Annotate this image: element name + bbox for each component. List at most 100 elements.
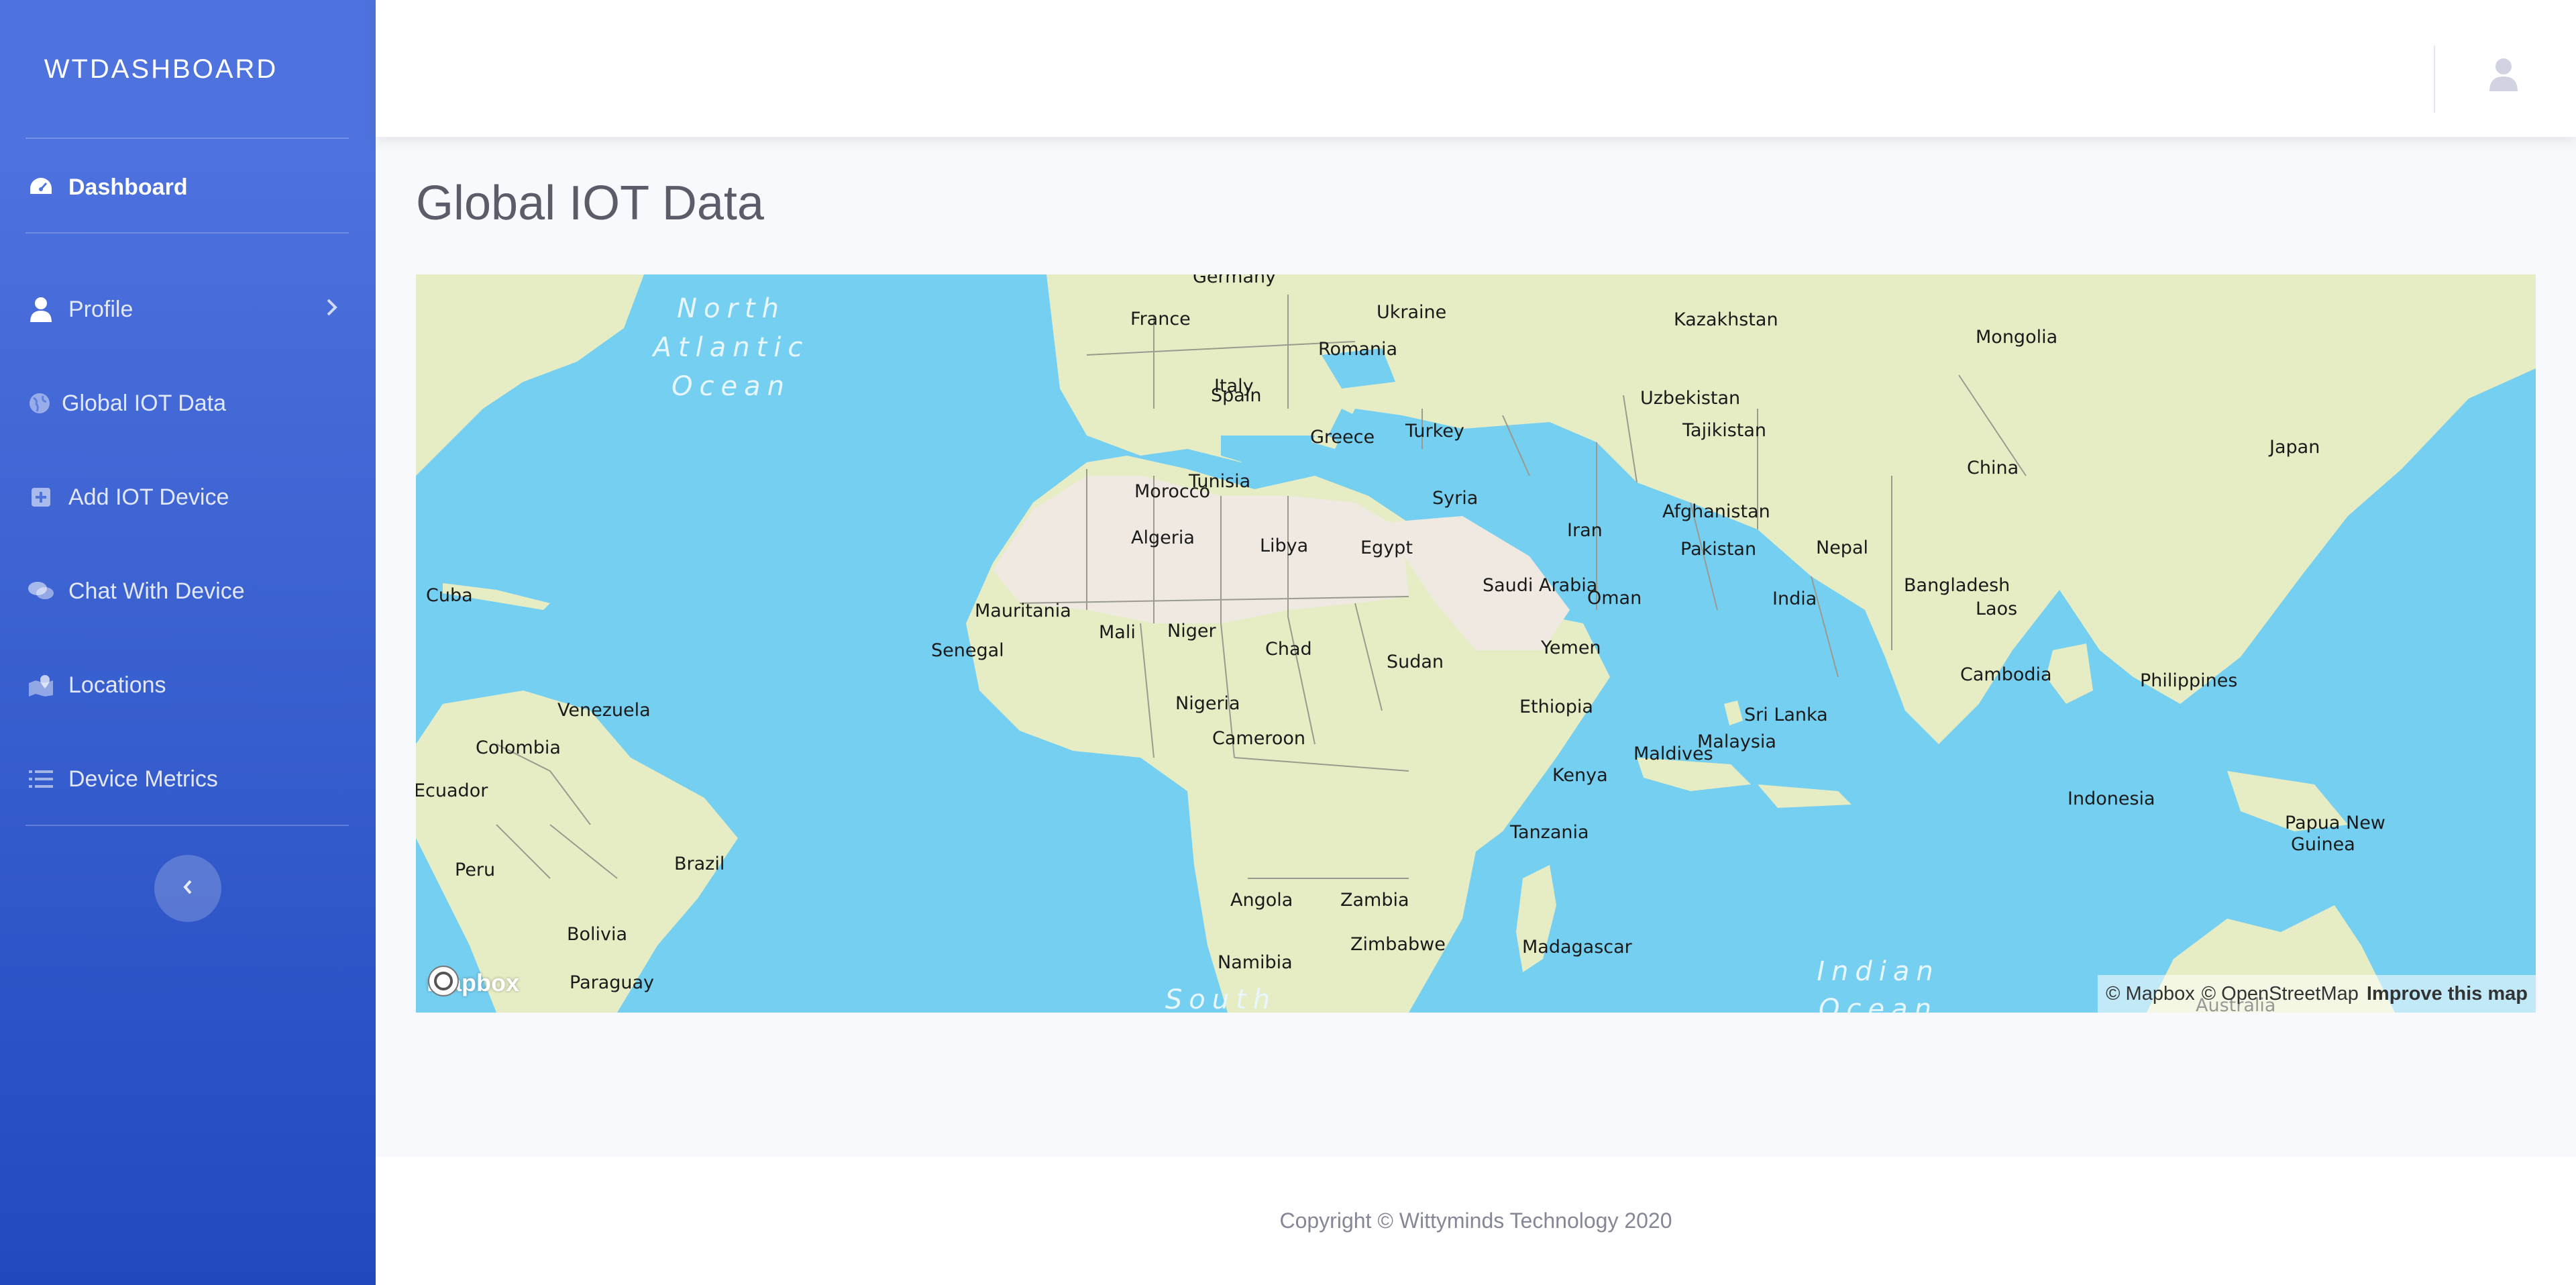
country-label: Zimbabwe xyxy=(1350,934,1446,955)
sidebar-divider xyxy=(25,232,349,234)
country-label: Ethiopia xyxy=(1519,697,1593,717)
list-icon xyxy=(27,765,55,793)
country-label: Pakistan xyxy=(1680,539,1756,560)
country-label: Chad xyxy=(1265,639,1312,660)
tachometer-icon xyxy=(27,173,55,201)
improve-map-link[interactable]: Improve this map xyxy=(2367,983,2528,1005)
country-label: Iran xyxy=(1567,520,1603,541)
country-label: Syria xyxy=(1432,488,1478,509)
country-label: Cameroon xyxy=(1212,728,1305,749)
user-icon xyxy=(27,295,55,323)
ocean-label: Indian xyxy=(1817,956,1940,987)
country-label: Oman xyxy=(1587,588,1642,609)
country-label: Bangladesh xyxy=(1904,575,2010,596)
mapbox-logo[interactable]: mapbox xyxy=(427,964,519,1002)
sidebar-item-device-metrics[interactable]: Device Metrics xyxy=(0,749,376,809)
ocean-label: Atlantic xyxy=(651,332,810,363)
country-label: Maldives xyxy=(1633,743,1713,764)
map-marked-icon xyxy=(27,671,55,699)
country-label: Egypt xyxy=(1360,537,1413,558)
country-label: Paraguay xyxy=(570,972,654,993)
country-label: Mongolia xyxy=(1976,327,2057,348)
country-label: Italy xyxy=(1214,376,1254,397)
ocean-label: North xyxy=(677,293,786,324)
country-label: Yemen xyxy=(1540,637,1601,658)
map-basemap: North Atlantic Ocean Indian Ocean South … xyxy=(416,274,2536,1013)
country-label: Peru xyxy=(455,860,495,880)
country-label: Laos xyxy=(1976,599,2017,619)
country-label: Cuba xyxy=(426,585,473,606)
ocean-label: South xyxy=(1165,984,1277,1013)
country-label: France xyxy=(1130,309,1191,329)
world-map[interactable]: North Atlantic Ocean Indian Ocean South … xyxy=(416,274,2536,1013)
sidebar-item-label: Locations xyxy=(68,672,166,698)
country-label: Niger xyxy=(1167,621,1216,641)
country-label: Zambia xyxy=(1340,890,1409,911)
sidebar-item-label: Global IOT Data xyxy=(62,390,227,416)
country-label: Japan xyxy=(2268,437,2320,458)
sidebar-item-chat-with-device[interactable]: Chat With Device xyxy=(0,561,376,621)
country-label: Greece xyxy=(1310,427,1375,448)
osm-attribution-link[interactable]: © OpenStreetMap xyxy=(2202,983,2359,1005)
map-attribution: © Mapbox © OpenStreetMap Improve this ma… xyxy=(2098,975,2536,1013)
sidebar-item-locations[interactable]: Locations xyxy=(0,655,376,715)
country-label: Mauritania xyxy=(975,601,1071,621)
country-label: Senegal xyxy=(931,640,1004,661)
brand-logo[interactable]: WTDASHBOARD xyxy=(0,0,322,138)
footer: Copyright © Wittyminds Technology 2020 xyxy=(376,1157,2576,1285)
country-label: Turkey xyxy=(1405,421,1464,442)
sidebar-item-global-iot-data[interactable]: Global IOT Data xyxy=(0,373,376,433)
country-label: Namibia xyxy=(1218,952,1293,973)
country-label: Mali xyxy=(1099,622,1136,643)
country-label: Uzbekistan xyxy=(1640,388,1740,409)
topbar xyxy=(376,0,2576,137)
ocean-label: Ocean xyxy=(1819,994,1938,1013)
country-label: Cambodia xyxy=(1960,664,2052,685)
country-label: Afghanistan xyxy=(1662,501,1770,522)
country-label: Venezuela xyxy=(557,700,651,721)
country-label: Algeria xyxy=(1131,527,1195,548)
country-label: Ukraine xyxy=(1377,302,1446,323)
country-label: Bolivia xyxy=(567,924,627,945)
ocean-label: Ocean xyxy=(672,371,791,402)
sidebar: WTDASHBOARD Dashboard Profile Global IOT… xyxy=(0,0,376,1285)
country-label: Papua New xyxy=(2285,813,2385,833)
country-label: Romania xyxy=(1318,339,1397,360)
copyright-text: Copyright © Wittyminds Technology 2020 xyxy=(1279,1209,1672,1233)
country-label: Tajikistan xyxy=(1682,420,1766,441)
chevron-right-icon xyxy=(325,295,339,324)
chevron-left-icon xyxy=(180,877,195,901)
country-label: Philippines xyxy=(2140,670,2237,691)
globe-icon xyxy=(25,389,54,417)
comments-icon xyxy=(27,577,55,605)
country-label: Brazil xyxy=(674,854,724,874)
country-label: India xyxy=(1772,588,1817,609)
sidebar-item-label: Chat With Device xyxy=(68,578,245,604)
country-label: Kenya xyxy=(1552,765,1608,786)
sidebar-toggle-button[interactable] xyxy=(154,855,221,922)
sidebar-item-label: Profile xyxy=(68,296,133,322)
mapbox-icon xyxy=(428,966,459,996)
mapbox-attribution-link[interactable]: © Mapbox xyxy=(2106,983,2195,1005)
sidebar-item-dashboard[interactable]: Dashboard xyxy=(0,157,376,217)
country-label: Colombia xyxy=(476,737,561,758)
country-label: Saudi Arabia xyxy=(1483,575,1597,596)
country-label: Germany xyxy=(1193,274,1276,287)
country-label: Ecuador xyxy=(416,780,488,801)
sidebar-item-label: Add IOT Device xyxy=(68,484,229,510)
country-label: Kazakhstan xyxy=(1674,309,1778,330)
sidebar-divider xyxy=(25,138,349,139)
topbar-divider xyxy=(2434,46,2435,113)
country-label: Nigeria xyxy=(1175,693,1240,714)
country-label: Sri Lanka xyxy=(1744,705,1828,725)
user-icon xyxy=(2489,58,2518,94)
country-label: Angola xyxy=(1230,890,1293,911)
country-label: Morocco xyxy=(1134,481,1210,502)
country-label: Nepal xyxy=(1816,537,1868,558)
sidebar-item-profile[interactable]: Profile xyxy=(0,279,376,340)
sidebar-item-add-iot-device[interactable]: Add IOT Device xyxy=(0,467,376,527)
sidebar-item-label: Device Metrics xyxy=(68,766,218,792)
sidebar-divider xyxy=(25,825,349,826)
country-label: China xyxy=(1967,458,2019,478)
user-dropdown-button[interactable] xyxy=(2489,58,2518,91)
